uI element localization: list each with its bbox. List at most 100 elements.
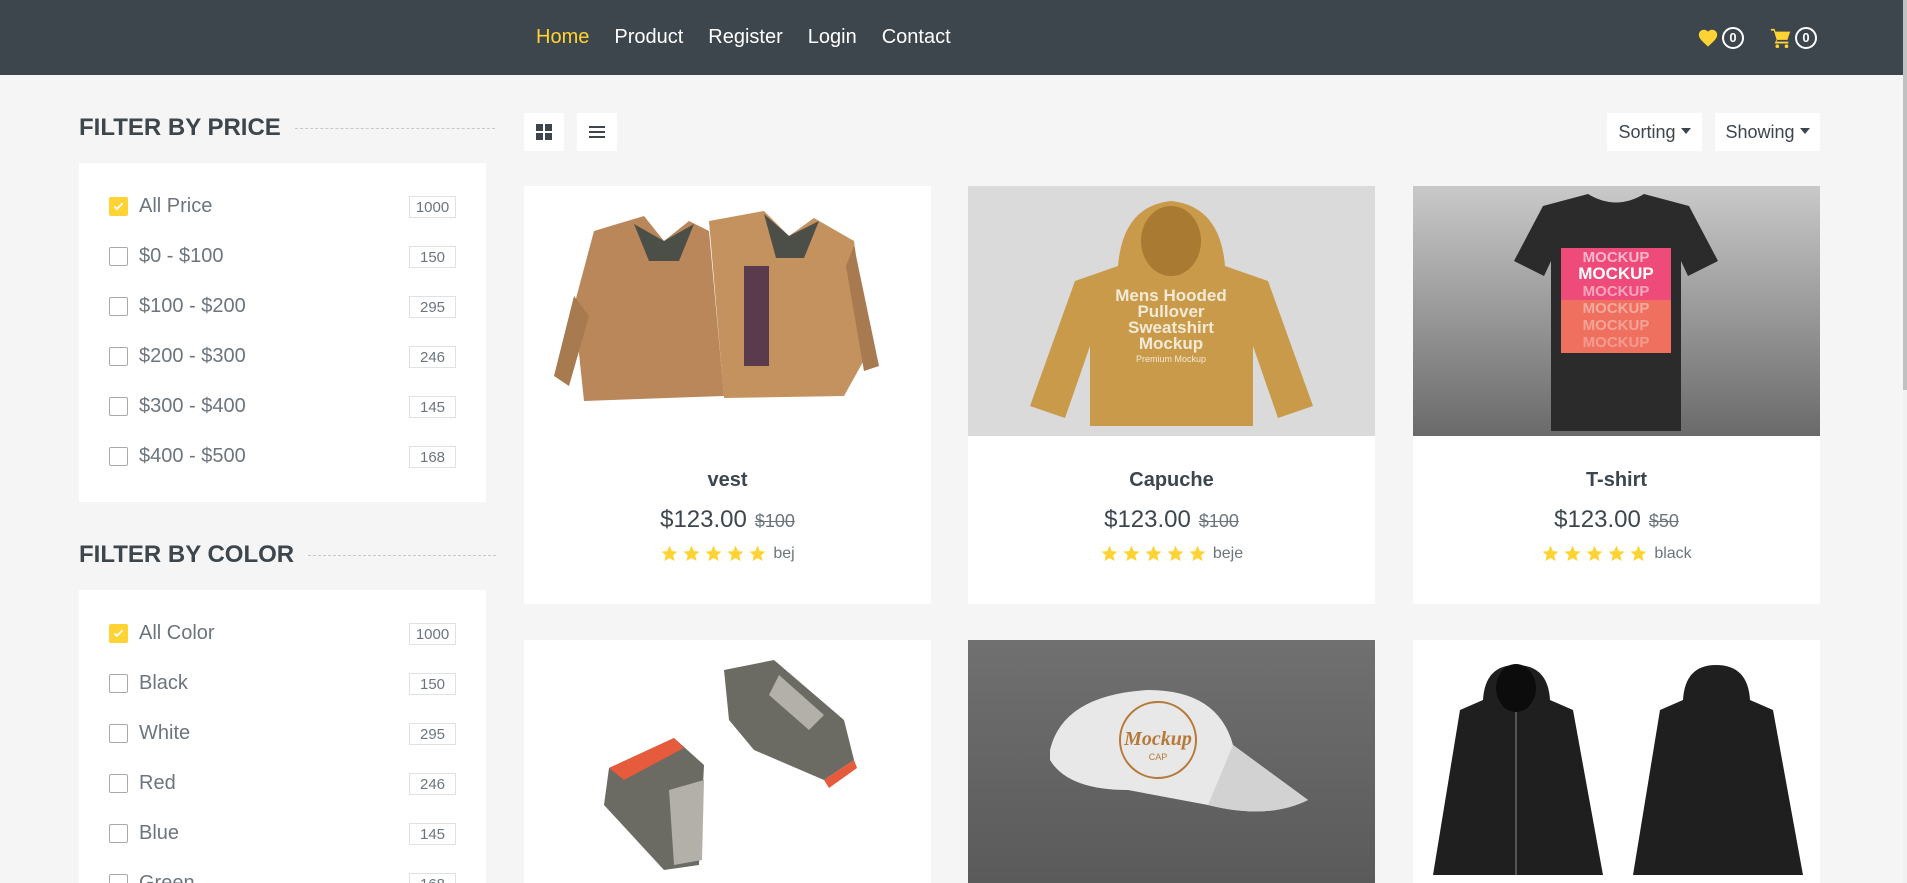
checkbox[interactable]	[109, 723, 128, 743]
color-filter-item[interactable]: All Color 1000	[109, 608, 456, 658]
price-filter-item[interactable]: $200 - $300 246	[109, 331, 456, 381]
star-icon	[1564, 545, 1581, 562]
product-old-price: $50	[1648, 511, 1679, 531]
product-card[interactable]: Mens Hooded Pullover Sweatshirt Mockup P…	[968, 186, 1375, 604]
cart-count-badge: 0	[1795, 26, 1817, 49]
product-info: Capuche $123.00 $100 beje	[968, 469, 1375, 563]
color-filter-item[interactable]: Blue 145	[109, 808, 456, 858]
color-filter-card: All Color 1000 Black 150 White 295 Red 2…	[79, 590, 486, 883]
filter-label: Red	[139, 771, 176, 794]
rating-row: black	[1413, 544, 1820, 563]
checkbox[interactable]	[109, 673, 128, 693]
scrollbar-thumb[interactable]	[1903, 0, 1907, 390]
color-filter-item[interactable]: Black 150	[109, 658, 456, 708]
product-price: $123.00	[660, 506, 747, 533]
product-image-tshirt[interactable]: MOCKUP MOCKUP MOCKUP MOCKUP MOCKUP MOCKU…	[1413, 186, 1820, 436]
rating-row: bej	[524, 544, 931, 563]
checkbox[interactable]	[109, 773, 128, 793]
product-image-jacket[interactable]	[524, 186, 931, 436]
nav-link-login[interactable]: Login	[808, 26, 857, 49]
product-color: bej	[773, 544, 795, 562]
title-divider	[308, 554, 497, 556]
nav-link-product[interactable]: Product	[614, 26, 683, 49]
star-icon	[1630, 545, 1647, 562]
check-icon	[113, 202, 124, 210]
list-view-button[interactable]	[577, 113, 617, 151]
price-row: $123.00 $100	[968, 506, 1375, 534]
black-hoodies-image	[1433, 664, 1803, 875]
filter-label: All Color	[139, 621, 215, 644]
checkbox[interactable]	[109, 396, 128, 416]
checkbox[interactable]	[109, 346, 128, 366]
product-image-black-hoodies[interactable]	[1413, 640, 1820, 883]
price-filter-item[interactable]: All Price 1000	[109, 181, 456, 231]
product-color: black	[1654, 544, 1692, 562]
checkbox[interactable]	[109, 873, 128, 883]
cart-icon	[1770, 28, 1791, 48]
product-name[interactable]: T-shirt	[1413, 469, 1820, 492]
product-image-sneakers[interactable]	[524, 640, 931, 883]
tshirt-image: MOCKUP MOCKUP MOCKUP MOCKUP MOCKUP MOCKU…	[1514, 194, 1718, 431]
caret-down-icon	[1799, 128, 1810, 134]
star-icon	[661, 545, 678, 562]
wishlist-button[interactable]: 0	[1697, 26, 1744, 49]
cart-button[interactable]: 0	[1770, 26, 1817, 49]
filter-label: Black	[139, 671, 188, 694]
product-info: T-shirt $123.00 $50 black	[1413, 469, 1820, 563]
tshirt-print-line-5: MOCKUP	[1583, 317, 1650, 334]
product-price: $123.00	[1554, 506, 1641, 533]
star-icon	[1145, 545, 1162, 562]
hoodie-print-line-5: Premium Mockup	[1136, 354, 1206, 364]
filter-count: 150	[409, 246, 456, 268]
checkbox[interactable]	[109, 446, 128, 466]
nav-link-contact[interactable]: Contact	[882, 26, 951, 49]
grid-view-button[interactable]	[524, 113, 564, 151]
product-card[interactable]	[524, 640, 931, 883]
top-navbar: Home Product Register Login Contact 0 0	[0, 0, 1903, 75]
main-nav: Home Product Register Login Contact	[536, 0, 951, 75]
rating-row: beje	[968, 544, 1375, 563]
sorting-label: Sorting	[1618, 121, 1676, 142]
tshirt-print-line-4: MOCKUP	[1583, 300, 1650, 317]
color-filter-item[interactable]: Green 168	[109, 858, 456, 883]
price-filter-item[interactable]: $100 - $200 295	[109, 281, 456, 331]
price-filter-item[interactable]: $0 - $100 150	[109, 231, 456, 281]
color-filter-item[interactable]: White 295	[109, 708, 456, 758]
checkbox-checked[interactable]	[109, 196, 128, 216]
product-name[interactable]: vest	[524, 469, 931, 492]
filter-count: 1000	[409, 196, 456, 218]
price-filter-item[interactable]: $300 - $400 145	[109, 381, 456, 431]
product-info: vest $123.00 $100 bej	[524, 469, 931, 563]
product-image-hoodie[interactable]: Mens Hooded Pullover Sweatshirt Mockup P…	[968, 186, 1375, 436]
grid-icon	[536, 124, 552, 140]
list-icon	[589, 126, 605, 138]
filter-count: 295	[409, 723, 456, 745]
checkbox-checked[interactable]	[109, 623, 128, 643]
star-icon	[705, 545, 722, 562]
cap-print-sub: CAP	[1149, 752, 1168, 762]
checkbox[interactable]	[109, 246, 128, 266]
filter-count: 246	[409, 346, 456, 368]
price-filter-heading: FILTER BY PRICE	[79, 114, 281, 141]
product-card[interactable]: vest $123.00 $100 bej	[524, 186, 931, 604]
showing-label: Showing	[1725, 121, 1795, 142]
checkbox[interactable]	[109, 823, 128, 843]
filter-label: Green	[139, 871, 195, 883]
sorting-dropdown[interactable]: Sorting	[1607, 113, 1702, 151]
sneakers-image	[604, 660, 857, 870]
cap-print-brand: Mockup	[1123, 728, 1192, 750]
showing-dropdown[interactable]: Showing	[1715, 113, 1820, 151]
star-icon	[1123, 545, 1140, 562]
product-card[interactable]	[1413, 640, 1820, 883]
nav-link-home[interactable]: Home	[536, 26, 589, 49]
product-name[interactable]: Capuche	[968, 469, 1375, 492]
product-card[interactable]: MOCKUP MOCKUP MOCKUP MOCKUP MOCKUP MOCKU…	[1413, 186, 1820, 604]
color-filter-item[interactable]: Red 246	[109, 758, 456, 808]
product-image-cap[interactable]: Mockup CAP	[968, 640, 1375, 883]
checkbox[interactable]	[109, 296, 128, 316]
price-filter-item[interactable]: $400 - $500 168	[109, 431, 456, 481]
product-color: beje	[1212, 544, 1244, 562]
product-card[interactable]: Mockup CAP	[968, 640, 1375, 883]
star-icon	[1167, 545, 1184, 562]
nav-link-register[interactable]: Register	[708, 26, 782, 49]
